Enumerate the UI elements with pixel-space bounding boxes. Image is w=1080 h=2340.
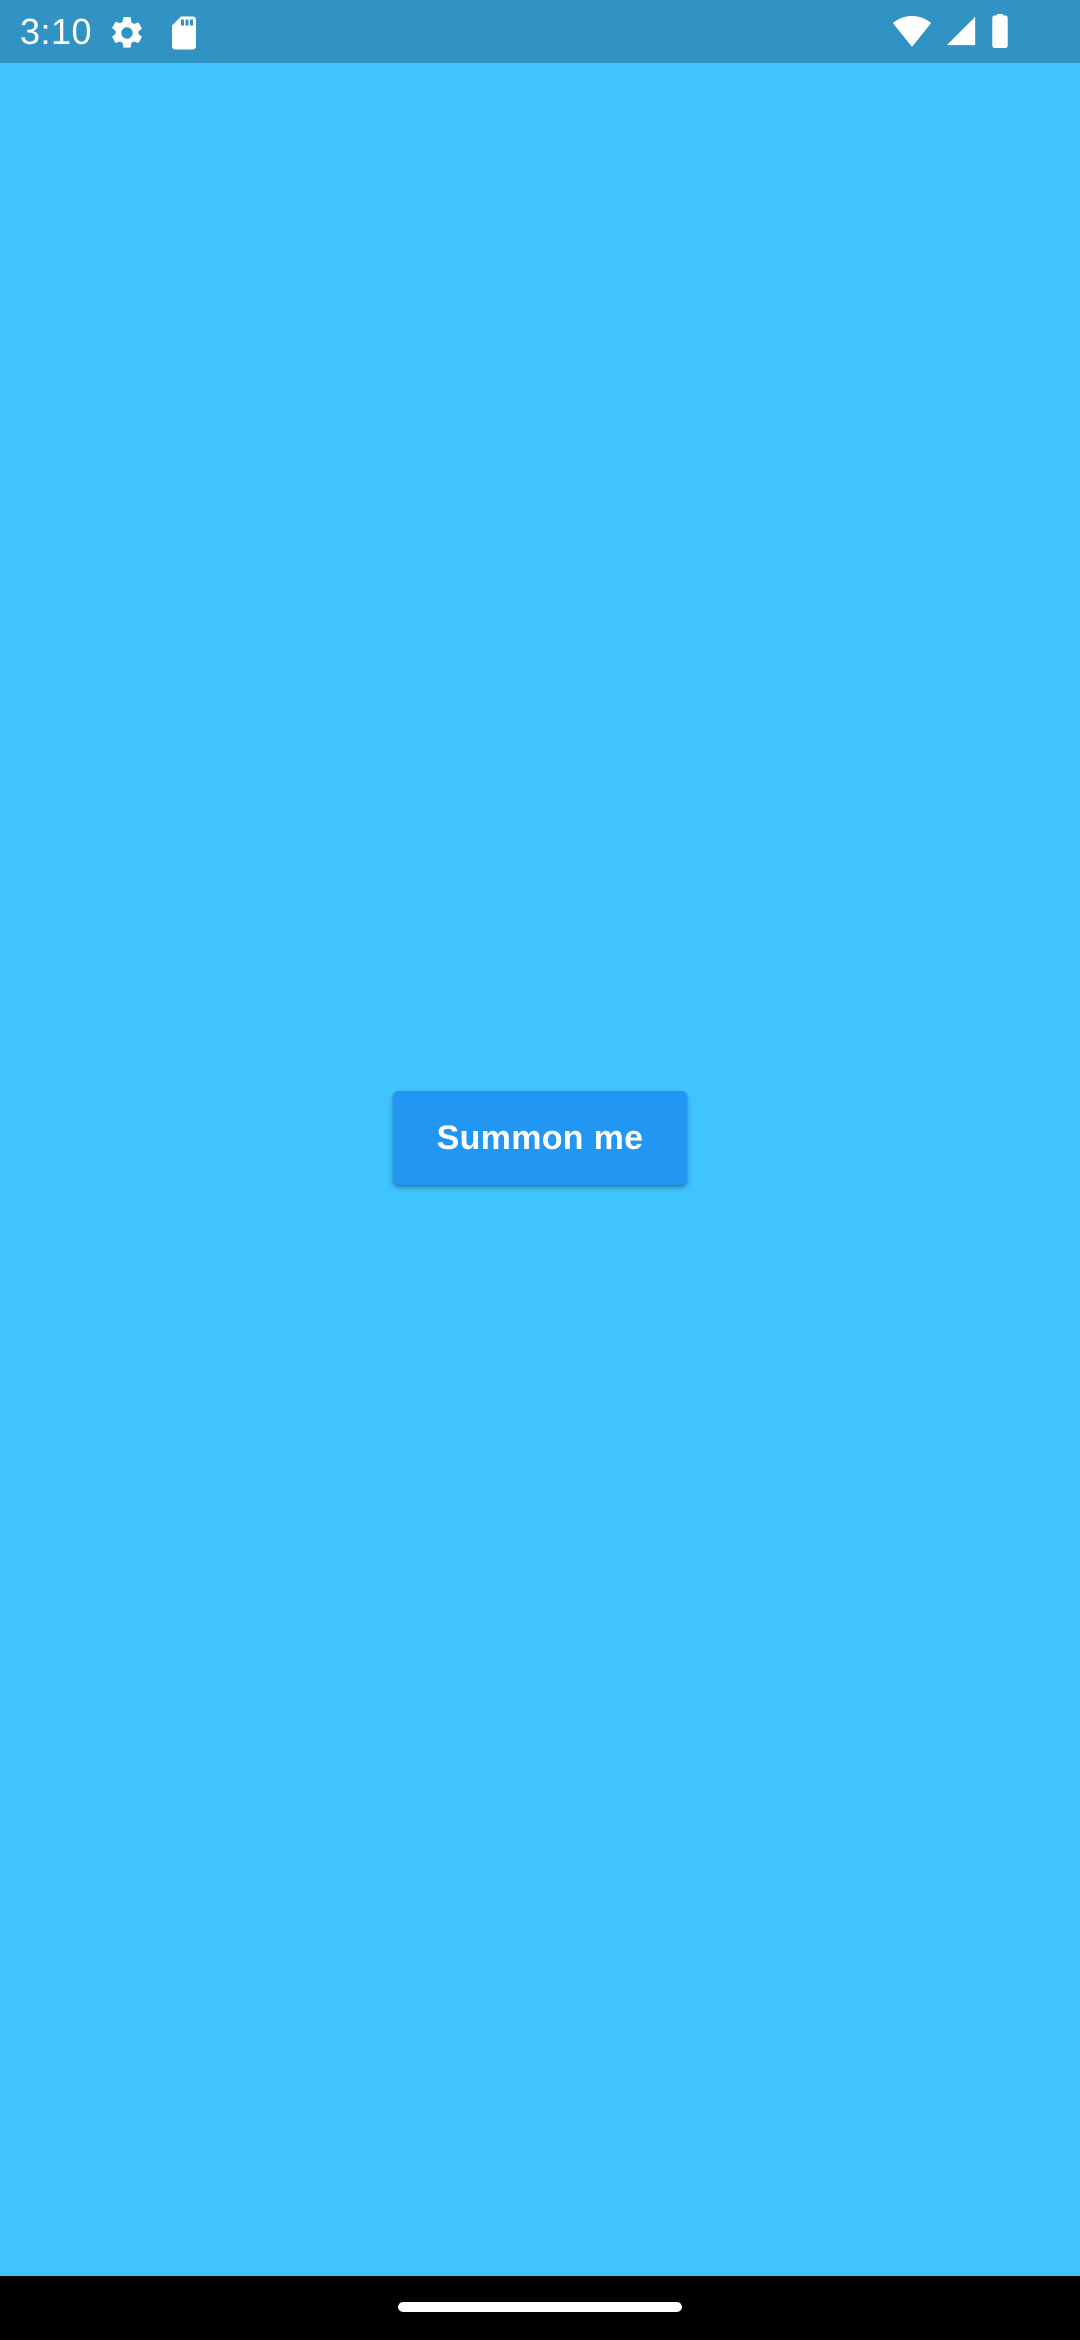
status-left-icons [108,14,200,52]
battery-icon [990,14,1010,48]
status-right-icons [892,14,1010,48]
settings-icon [108,14,146,52]
status-bar: 3:10 [0,0,1080,63]
status-time: 3:10 [20,11,93,52]
summon-me-button[interactable]: Summon me [393,1091,687,1185]
wifi-icon [892,14,932,48]
home-gesture-handle[interactable] [398,2302,682,2312]
sd-card-icon [168,15,200,51]
signal-icon [944,14,978,48]
